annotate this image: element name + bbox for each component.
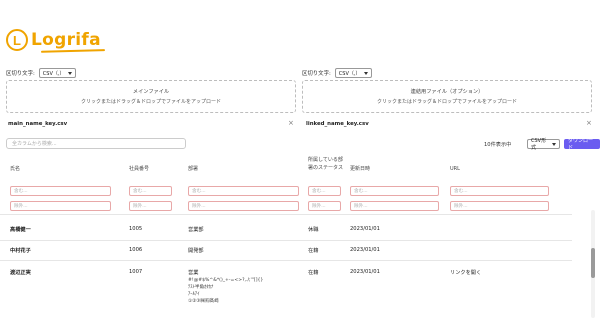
format-value: CSV形式 xyxy=(531,138,547,151)
dept-exclude-filter[interactable]: 除外... xyxy=(188,201,299,211)
row-count: 10件表示中 xyxy=(484,142,512,148)
logo-underline xyxy=(40,49,105,53)
chevron-down-icon xyxy=(364,71,369,75)
right-delimiter-row: 区切り文字: CSV（,） xyxy=(302,68,373,78)
right-delimiter-select[interactable]: CSV（,） xyxy=(334,68,373,78)
vertical-scrollbar[interactable] xyxy=(591,210,595,318)
left-delimiter-label: 区切り文字: xyxy=(6,71,35,77)
main-dropzone-title: メインファイル xyxy=(132,89,170,95)
row-divider xyxy=(0,214,572,215)
remove-linked-file-icon[interactable]: × xyxy=(586,119,592,127)
linked-dropzone-title: 連結用ファイル（オプション） xyxy=(410,89,484,95)
chevron-down-icon xyxy=(68,71,73,75)
header-name[interactable]: 氏名 xyxy=(10,166,20,174)
download-button[interactable]: ダウンロード xyxy=(564,138,600,151)
main-file-dropzone[interactable]: メインファイル クリックまたはドラッグ＆ドロップでファイルをアップロード xyxy=(6,80,296,113)
cell-employee-id: 1006 xyxy=(129,247,143,253)
cell-name: 中村花子 xyxy=(10,248,31,254)
linked-file-dropzone[interactable]: 連結用ファイル（オプション） クリックまたはドラッグ＆ドロップでファイルをアップ… xyxy=(302,80,592,113)
logo-wordmark: Logrifa xyxy=(31,30,101,50)
cell-name: 渡辺正実 xyxy=(10,270,31,276)
row-divider xyxy=(0,240,572,241)
right-delimiter-label: 区切り文字: xyxy=(302,71,331,77)
cell-employee-id: 1007 xyxy=(129,269,143,275)
left-delimiter-value: CSV（,） xyxy=(42,70,65,77)
linked-dropzone-subtitle: クリックまたはドラッグ＆ドロップでファイルをアップロード xyxy=(376,99,517,105)
chevron-down-icon xyxy=(552,142,556,146)
main-dropzone-subtitle: クリックまたはドラッグ＆ドロップでファイルをアップロード xyxy=(80,99,221,105)
header-status[interactable]: 所属している部署のステータス xyxy=(308,157,344,172)
dept-extra-line: #!@#$%^&*()_+-=<>?,./;'"[]{} xyxy=(188,278,264,283)
cell-employee-id: 1005 xyxy=(129,226,143,232)
right-delimiter-value: CSV（,） xyxy=(338,70,361,77)
open-link-button[interactable]: リンクを開く xyxy=(450,269,481,276)
left-delimiter-select[interactable]: CSV（,） xyxy=(38,68,77,78)
name-include-filter[interactable]: 含む... xyxy=(10,186,111,196)
header-department[interactable]: 部署 xyxy=(188,166,198,174)
format-select[interactable]: CSV形式 xyxy=(527,138,560,151)
dept-extra-line: ﾃｽﾄ半角ｶﾀｶﾅ xyxy=(188,285,214,291)
cell-status: 在籍 xyxy=(308,270,319,276)
cell-name: 高橋健一 xyxy=(10,227,31,233)
cell-department: 営業 xyxy=(188,270,199,276)
id-exclude-filter[interactable]: 除外... xyxy=(129,201,172,211)
header-url[interactable]: URL xyxy=(450,166,460,174)
url-include-filter[interactable]: 含む... xyxy=(450,186,549,196)
cell-updated: 2023/01/01 xyxy=(350,269,380,275)
linked-file-name: linked_name_key.csv xyxy=(306,121,369,127)
status-include-filter[interactable]: 含む... xyxy=(308,186,341,196)
app-logo: L Logrifa xyxy=(6,28,105,53)
dept-extra-line: ①②③㈱㈲髙﨑 xyxy=(188,299,219,305)
header-employee-id[interactable]: 社員番号 xyxy=(129,166,149,174)
cell-department-extra: #!@#$%^&*()_+-=<>?,./;'"[]{} ﾃｽﾄ半角ｶﾀｶﾅ ｱ… xyxy=(188,277,263,305)
left-delimiter-row: 区切り文字: CSV（,） xyxy=(6,68,77,78)
dept-include-filter[interactable]: 含む... xyxy=(188,186,299,196)
updated-include-filter[interactable]: 含む... xyxy=(350,186,439,196)
header-updated[interactable]: 更新日時 xyxy=(350,166,370,174)
row-divider xyxy=(0,260,572,261)
cell-status: 在籍 xyxy=(308,248,319,254)
name-exclude-filter[interactable]: 除外... xyxy=(10,201,111,211)
cell-department: 開発部 xyxy=(188,248,204,254)
id-include-filter[interactable]: 含む... xyxy=(129,186,172,196)
dept-extra-line: ｱｰﾙｱｲ xyxy=(188,292,200,298)
scrollbar-thumb[interactable] xyxy=(591,248,595,278)
url-exclude-filter[interactable]: 除外... xyxy=(450,201,549,211)
updated-exclude-filter[interactable]: 除外... xyxy=(350,201,439,211)
remove-main-file-icon[interactable]: × xyxy=(288,119,294,127)
cell-status: 休職 xyxy=(308,227,319,233)
logo-mark: L xyxy=(6,29,28,51)
main-file-name: main_name_key.csv xyxy=(8,121,68,127)
cell-department: 営業部 xyxy=(188,227,204,233)
table-header: 氏名 社員番号 部署 所属している部署のステータス 更新日時 URL xyxy=(0,152,572,182)
cell-updated: 2023/01/01 xyxy=(350,247,380,253)
status-exclude-filter[interactable]: 除外... xyxy=(308,201,341,211)
logo-text: Logrifa xyxy=(31,30,105,53)
search-input[interactable]: 全カラムから検索... xyxy=(6,138,186,149)
cell-updated: 2023/01/01 xyxy=(350,226,380,232)
